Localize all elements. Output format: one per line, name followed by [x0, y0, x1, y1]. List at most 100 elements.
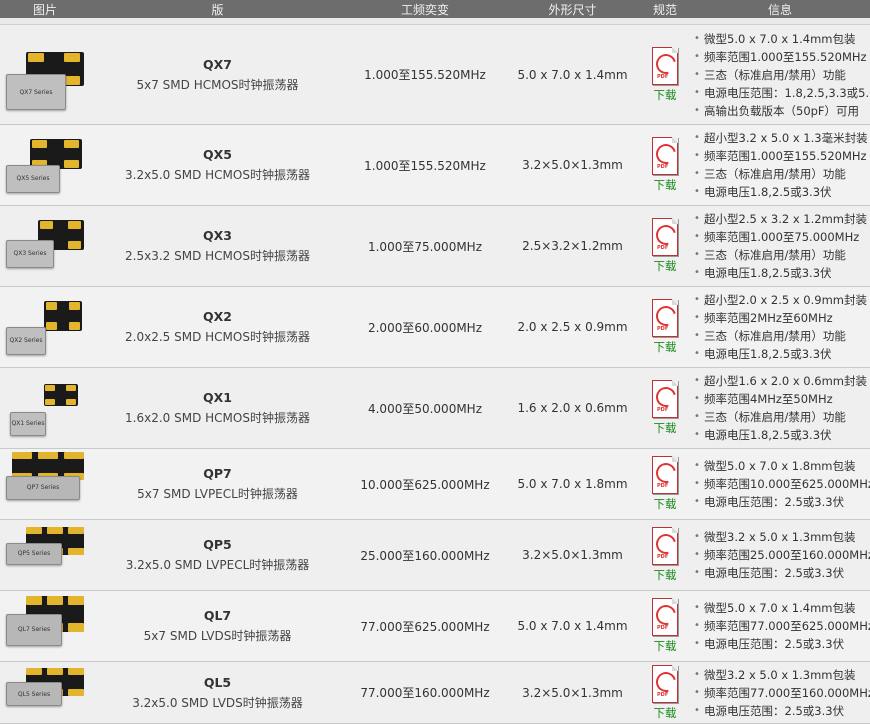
feature-item: 超小型2.0 x 2.5 x 0.9mm封装 [694, 291, 867, 309]
table-row: QX1 Series QX1 1.6x2.0 SMD HCMOS时钟振荡器 4.000… [0, 368, 870, 449]
model-description: 5x7 SMD LVPECL时钟振荡器 [137, 487, 298, 501]
download-link[interactable]: 下载 [654, 258, 677, 274]
download-link[interactable]: 下载 [654, 638, 677, 654]
chip-pad-icon [47, 526, 63, 534]
feature-item: 微型5.0 x 7.0 x 1.4mm包装 [694, 30, 870, 48]
pdf-icon[interactable]: PDF [652, 456, 680, 494]
page-fold-icon [672, 299, 678, 305]
model-description: 5x7 SMD LVDS时钟振荡器 [143, 629, 292, 643]
chip-pad-icon [68, 595, 84, 605]
pdf-icon[interactable]: PDF [652, 299, 680, 337]
model-name[interactable]: QX7 [203, 57, 232, 72]
table-row: QX7 Series QX7 5x7 SMD HCMOS时钟振荡器 1.000至155… [0, 25, 870, 125]
model-name[interactable]: QX2 [203, 309, 232, 324]
spec-download[interactable]: PDF 下载 [640, 368, 690, 448]
spec-download[interactable]: PDF 下载 [640, 591, 690, 661]
chip-series-label: QL7 Series [6, 613, 62, 646]
feature-item: 超小型3.2 x 5.0 x 1.3毫米封装 [694, 129, 868, 147]
page-fold-icon [672, 598, 678, 604]
pdf-icon[interactable]: PDF [652, 380, 680, 418]
download-link[interactable]: 下载 [654, 177, 677, 193]
chip-pad-icon [64, 53, 80, 62]
pdf-icon[interactable]: PDF [652, 46, 680, 85]
model-description: 2.0x2.5 SMD HCMOS时钟振荡器 [125, 330, 310, 344]
feature-list: 微型3.2 x 5.0 x 1.3mm包装频率范围77.000至160.000M… [690, 666, 870, 720]
chip-series-label: QX7 Series [6, 74, 66, 110]
chip-pad-icon [64, 159, 79, 168]
feature-item: 高输出负载版本（50pF）可用 [694, 102, 870, 120]
oscillator-chip-icon: QX1 Series [4, 368, 88, 448]
product-image[interactable]: QX7 Series [0, 25, 90, 124]
oscillator-chip-icon: QX5 Series [4, 125, 88, 205]
download-link[interactable]: 下载 [654, 496, 677, 512]
model-description: 1.6x2.0 SMD HCMOS时钟振荡器 [125, 411, 310, 425]
header-info: 信息 [767, 2, 792, 17]
spec-download[interactable]: PDF 下载 [640, 125, 690, 205]
pdf-label: PDF [657, 164, 669, 170]
product-image[interactable]: QX5 Series [0, 125, 90, 205]
chip-pad-icon [68, 622, 84, 632]
chip-pad-icon [12, 451, 32, 459]
spec-download[interactable]: PDF 下载 [640, 25, 690, 124]
pdf-icon[interactable]: PDF [652, 664, 680, 703]
model-name[interactable]: QP7 [203, 466, 232, 481]
pdf-icon[interactable]: PDF [652, 527, 680, 565]
version-cell: QX7 5x7 SMD HCMOS时钟振荡器 [90, 25, 345, 124]
model-name[interactable]: QL7 [204, 608, 231, 623]
oscillator-chip-icon: QL5 Series [4, 662, 88, 723]
product-image[interactable]: QP5 Series [0, 520, 90, 590]
product-image[interactable]: QL7 Series [0, 591, 90, 661]
download-link[interactable]: 下载 [654, 705, 677, 721]
download-link[interactable]: 下载 [654, 567, 677, 583]
package-size: 1.6 x 2.0 x 0.6mm [517, 401, 628, 415]
feature-item: 频率范围77.000至625.000MHz [694, 617, 870, 635]
model-name[interactable]: QL5 [204, 675, 231, 690]
pdf-label: PDF [657, 407, 669, 413]
pdf-label: PDF [657, 625, 669, 631]
pdf-icon[interactable]: PDF [652, 598, 680, 636]
chip-pad-icon [26, 526, 42, 534]
spec-download[interactable]: PDF 下载 [640, 206, 690, 286]
model-name[interactable]: QX1 [203, 390, 232, 405]
feature-item: 频率范围1.000至155.520MHz [694, 48, 870, 66]
feature-item: 电源电压1.8,2.5或3.3伏 [694, 426, 867, 444]
chip-pad-icon [64, 76, 80, 85]
model-name[interactable]: QX5 [203, 147, 232, 162]
feature-item: 电源电压1.8,2.5或3.3伏 [694, 345, 867, 363]
model-name[interactable]: QP5 [203, 537, 232, 552]
chip-series-label: QX2 Series [6, 326, 46, 355]
feature-item: 电源电压范围：1.8,2.5,3.3或5.0伏 [694, 84, 870, 102]
feature-item: 微型3.2 x 5.0 x 1.3mm包装 [694, 666, 870, 684]
spec-download[interactable]: PDF 下载 [640, 287, 690, 367]
pdf-label: PDF [657, 554, 669, 560]
oscillator-chip-icon: QL7 Series [4, 591, 88, 661]
product-image[interactable]: QX2 Series [0, 287, 90, 367]
product-image[interactable]: QL5 Series [0, 662, 90, 723]
download-link[interactable]: 下载 [654, 339, 677, 355]
version-cell: QX1 1.6x2.0 SMD HCMOS时钟振荡器 [90, 368, 345, 448]
download-link[interactable]: 下载 [654, 420, 677, 436]
model-description: 3.2x5.0 SMD LVDS时钟振荡器 [132, 695, 303, 710]
model-name[interactable]: QX3 [203, 228, 232, 243]
spec-download[interactable]: PDF 下载 [640, 449, 690, 519]
feature-list: 超小型3.2 x 5.0 x 1.3毫米封装频率范围1.000至155.520M… [690, 129, 868, 201]
pdf-icon[interactable]: PDF [652, 218, 680, 256]
pdf-label: PDF [657, 691, 669, 698]
product-image[interactable]: QP7 Series [0, 449, 90, 519]
chip-pad-icon [66, 384, 76, 391]
feature-item: 频率范围10.000至625.000MHz [694, 475, 870, 493]
page-fold-icon [672, 380, 678, 386]
feature-item: 微型3.2 x 5.0 x 1.3mm包装 [694, 528, 870, 546]
pdf-icon[interactable]: PDF [652, 137, 680, 175]
feature-item: 三态（标准启用/禁用）功能 [694, 246, 867, 264]
spec-download[interactable]: PDF 下载 [640, 520, 690, 590]
product-image[interactable]: QX3 Series [0, 206, 90, 286]
spec-download[interactable]: PDF 下载 [640, 662, 690, 723]
product-table: 图片 版 工频奕变 外形尺寸 规范 信息 QX7 Series QX7 5x7 SM… [0, 0, 870, 724]
chip-pad-icon [45, 384, 55, 391]
version-cell: QX3 2.5x3.2 SMD HCMOS时钟振荡器 [90, 206, 345, 286]
download-link[interactable]: 下载 [654, 87, 677, 103]
product-image[interactable]: QX1 Series [0, 368, 90, 448]
feature-item: 频率范围4MHz至50MHz [694, 390, 867, 408]
frequency-range: 1.000至155.520MHz [364, 68, 486, 82]
